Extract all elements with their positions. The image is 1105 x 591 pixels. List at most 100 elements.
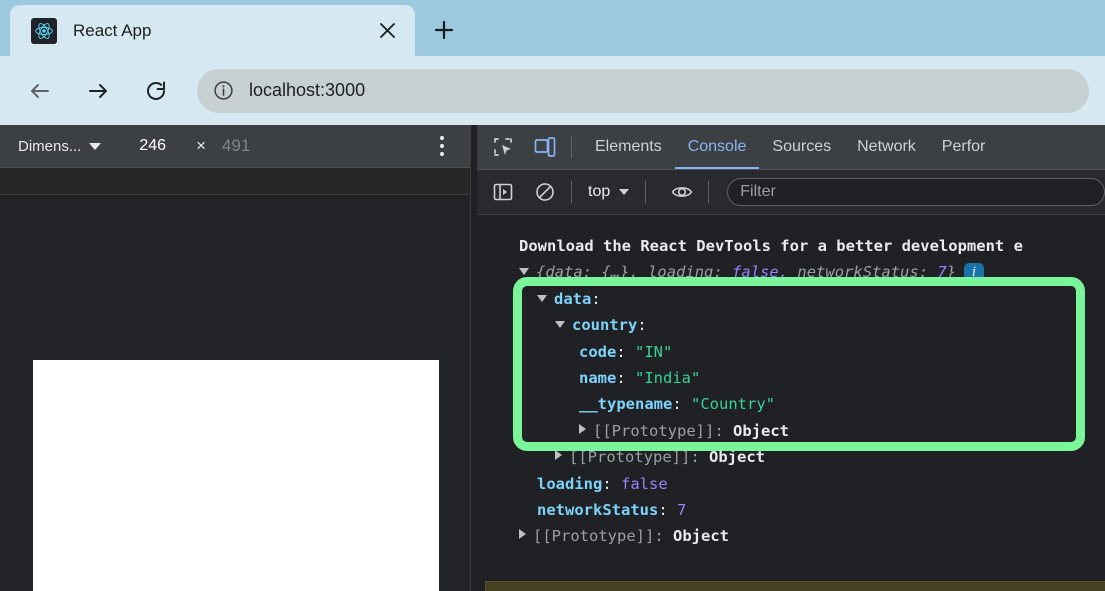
console-tree-row-networkstatus[interactable]: networkStatus: 7	[477, 497, 1105, 523]
address-bar-url: localhost:3000	[249, 80, 365, 101]
console-tree-row-prototype-root[interactable]: [[Prototype]]: Object	[477, 523, 1105, 549]
device-stage	[0, 195, 470, 591]
console-tree-row-country[interactable]: country:	[477, 312, 1105, 338]
arrow-left-icon[interactable]	[20, 71, 60, 111]
property-value: false	[621, 475, 668, 493]
console-filter-input[interactable]: Filter	[727, 178, 1105, 206]
react-logo-icon	[31, 18, 57, 44]
property-colon: :	[672, 395, 681, 413]
property-colon: :	[654, 527, 663, 545]
property-key: [[Prototype]]	[533, 527, 654, 545]
property-value: "Country"	[691, 395, 775, 413]
console-tree-row-code[interactable]: code: "IN"	[477, 339, 1105, 365]
chevron-down-icon	[619, 189, 629, 195]
devtools-panel: Elements Console Sources Network Perfor	[477, 125, 1105, 591]
triangle-right-icon[interactable]	[555, 450, 562, 460]
screenshot-root: React App	[0, 0, 1105, 591]
console-tree-row-prototype-country[interactable]: [[Prototype]]: Object	[477, 418, 1105, 444]
tab-title: React App	[73, 21, 373, 41]
tab-console[interactable]: Console	[675, 125, 760, 169]
console-sidebar-icon[interactable]	[487, 176, 519, 208]
console-tree-row-prototype-data[interactable]: [[Prototype]]: Object	[477, 444, 1105, 470]
device-preset-select[interactable]: Dimens...	[18, 138, 101, 155]
property-value: Object	[733, 422, 789, 440]
property-key: data	[554, 290, 591, 308]
close-icon[interactable]	[373, 17, 401, 45]
property-colon: :	[637, 316, 646, 334]
inspect-element-icon[interactable]	[487, 131, 519, 163]
console-toolbar-divider-2	[645, 181, 646, 203]
console-message-react-devtools: Download the React DevTools for a better…	[477, 233, 1105, 259]
browser-chrome: React App	[0, 0, 1105, 125]
triangle-down-icon[interactable]	[519, 268, 529, 275]
console-tree-row-data[interactable]: data:	[477, 286, 1105, 312]
reload-icon[interactable]	[136, 71, 176, 111]
console-tree-row-typename[interactable]: __typename: "Country"	[477, 391, 1105, 417]
triangle-right-icon[interactable]	[579, 424, 586, 434]
console-context-selector[interactable]: top	[588, 183, 629, 201]
property-colon: :	[690, 448, 699, 466]
console-context-label: top	[588, 183, 610, 201]
console-filter-placeholder: Filter	[740, 183, 776, 201]
dimension-separator-icon: ×	[196, 136, 206, 156]
property-colon: :	[616, 343, 625, 361]
object-preview: {data: {…}, loading: false, networkStatu…	[536, 263, 956, 281]
property-value: Object	[673, 527, 729, 545]
property-value: "India"	[635, 369, 700, 387]
property-key: [[Prototype]]	[593, 422, 714, 440]
page-viewport[interactable]	[33, 360, 439, 591]
new-tab-button[interactable]	[425, 11, 463, 49]
property-key: __typename	[579, 395, 672, 413]
console-tree-row-loading[interactable]: loading: false	[477, 471, 1105, 497]
console-warning-row[interactable]	[485, 581, 1105, 591]
browser-toolbar: localhost:3000	[0, 56, 1105, 125]
property-colon: :	[616, 369, 625, 387]
tab-performance[interactable]: Perfor	[929, 125, 999, 169]
preview-networkstatus-value: 7	[937, 263, 946, 281]
console-toolbar-divider-1	[571, 181, 572, 203]
clear-console-icon[interactable]	[529, 176, 561, 208]
device-toolbar-icon[interactable]	[529, 131, 561, 163]
property-value: "IN"	[635, 343, 672, 361]
viewport-height-input[interactable]: 491	[222, 136, 250, 156]
tab-strip: React App	[0, 0, 1105, 56]
property-colon: :	[714, 422, 723, 440]
triangle-down-icon[interactable]	[555, 321, 565, 328]
devtools-tab-bar: Elements Console Sources Network Perfor	[477, 125, 1105, 170]
property-key: networkStatus	[537, 501, 658, 519]
console-toolbar-divider-3	[708, 181, 709, 203]
property-key: loading	[537, 475, 602, 493]
toolbar-divider	[571, 136, 572, 158]
tab-sources[interactable]: Sources	[759, 125, 844, 169]
info-circle-icon[interactable]	[213, 80, 235, 102]
device-ruler	[0, 168, 470, 195]
device-mode-toolbar: Dimens... 246 × 491	[0, 125, 470, 168]
console-toolbar: top Filter	[477, 170, 1105, 215]
console-tree-row-name[interactable]: name: "India"	[477, 365, 1105, 391]
console-message-object-summary[interactable]: {data: {…}, loading: false, networkStatu…	[477, 259, 1105, 285]
property-key: code	[579, 343, 616, 361]
triangle-down-icon[interactable]	[537, 295, 547, 302]
console-output[interactable]: Download the React DevTools for a better…	[477, 215, 1105, 591]
viewport-width-input[interactable]: 246	[139, 137, 166, 155]
tab-elements[interactable]: Elements	[582, 125, 675, 169]
device-preset-label: Dimens...	[18, 138, 81, 155]
property-value: Object	[709, 448, 765, 466]
device-emulation-pane: Dimens... 246 × 491	[0, 125, 470, 591]
property-colon: :	[602, 475, 611, 493]
info-badge-icon[interactable]: i	[964, 263, 984, 283]
property-value: 7	[677, 501, 686, 519]
property-colon: :	[591, 290, 600, 308]
address-bar[interactable]: localhost:3000	[197, 69, 1089, 113]
live-expression-eye-icon[interactable]	[666, 176, 698, 208]
preview-loading-value: false,	[732, 263, 788, 281]
browser-tab-react-app[interactable]: React App	[10, 5, 415, 56]
more-vertical-icon[interactable]	[440, 136, 444, 156]
chevron-down-icon	[89, 143, 101, 150]
property-key: [[Prototype]]	[569, 448, 690, 466]
arrow-right-icon[interactable]	[78, 71, 118, 111]
property-key: name	[579, 369, 616, 387]
tab-network[interactable]: Network	[844, 125, 929, 169]
property-key: country	[572, 316, 637, 334]
triangle-right-icon[interactable]	[519, 529, 526, 539]
